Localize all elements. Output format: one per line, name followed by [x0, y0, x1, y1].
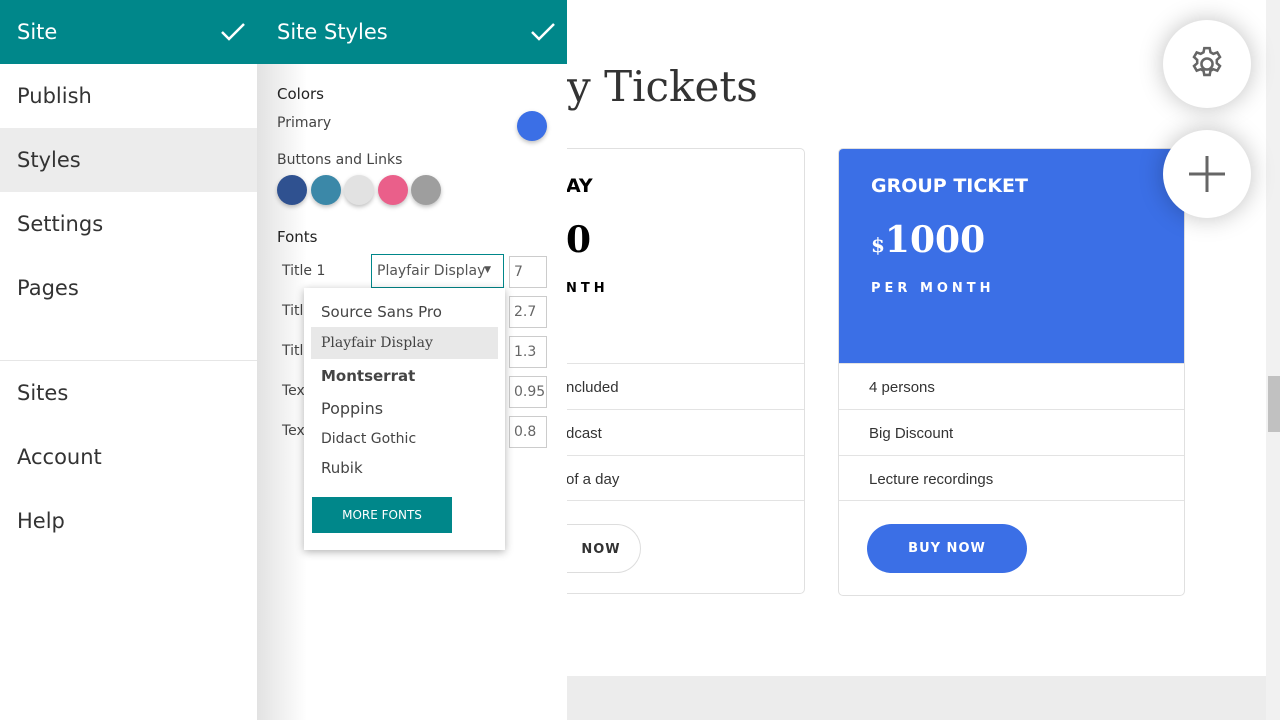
more-fonts-button[interactable]: MORE FONTS — [312, 497, 452, 533]
gear-icon — [1192, 46, 1222, 77]
buttons-links-label: Buttons and Links — [277, 152, 403, 168]
check-icon[interactable] — [219, 20, 247, 44]
color-swatch[interactable] — [344, 175, 374, 205]
scrollbar[interactable] — [1266, 0, 1280, 720]
ticket-period: PER MONTH — [871, 281, 995, 296]
font-size-input[interactable]: 1.3 — [509, 336, 547, 368]
font-row-label: Title 1 — [282, 263, 326, 279]
font-select[interactable]: Playfair Display ▼ — [371, 254, 504, 288]
font-option[interactable]: Poppins — [311, 391, 498, 423]
caret-down-icon: ▼ — [484, 265, 491, 275]
fonts-heading: Fonts — [277, 228, 318, 246]
font-option[interactable]: Didact Gothic — [311, 423, 498, 455]
color-swatch[interactable] — [311, 175, 341, 205]
group-ticket-card: GROUP TICKET $1000 PER MONTH 4 persons B… — [838, 148, 1185, 596]
menu-item-help[interactable]: Help — [0, 489, 257, 553]
check-icon[interactable] — [529, 20, 557, 44]
panel-title: Site Styles — [277, 20, 388, 44]
font-size-input[interactable]: 7 — [509, 256, 547, 288]
font-option[interactable]: Playfair Display — [311, 327, 498, 359]
font-option[interactable]: Rubik — [311, 455, 498, 487]
color-swatch[interactable] — [277, 175, 307, 205]
font-size-input[interactable]: 0.95 — [509, 376, 547, 408]
settings-button[interactable] — [1163, 20, 1251, 108]
menu-item-settings[interactable]: Settings — [0, 192, 257, 256]
primary-color-swatch[interactable] — [517, 111, 547, 141]
site-panel: Site Publish Styles Settings Pages Sites… — [0, 0, 257, 720]
menu-item-publish[interactable]: Publish — [0, 64, 257, 128]
font-option[interactable]: Montserrat — [311, 359, 498, 391]
menu-item-account[interactable]: Account — [0, 425, 257, 489]
color-swatch[interactable] — [411, 175, 441, 205]
colors-heading: Colors — [277, 85, 324, 103]
font-dropdown: Source Sans Pro Playfair Display Montser… — [304, 288, 505, 550]
plus-icon — [1189, 156, 1225, 192]
primary-label: Primary — [277, 115, 332, 131]
page-title: y Tickets — [567, 62, 758, 111]
ticket-price: $1000 — [871, 219, 986, 261]
font-size-input[interactable]: 2.7 — [509, 296, 547, 328]
feature-row: Lecture recordings — [839, 455, 1184, 501]
buy-now-button[interactable]: BUY NOW — [867, 524, 1027, 573]
font-option[interactable]: Source Sans Pro — [311, 295, 498, 327]
ticket-name: AY — [566, 175, 593, 197]
ticket-price: 0 — [566, 219, 592, 261]
menu-item-pages[interactable]: Pages — [0, 256, 257, 320]
font-size-input[interactable]: 0.8 — [509, 416, 547, 448]
menu-item-styles[interactable]: Styles — [0, 128, 257, 192]
site-styles-panel: Site Styles Colors Primary Buttons and L… — [257, 0, 567, 720]
ticket-name: GROUP TICKET — [871, 175, 1028, 197]
ticket-period: NTH — [566, 281, 609, 296]
menu-item-sites[interactable]: Sites — [0, 361, 257, 425]
color-swatch[interactable] — [378, 175, 408, 205]
styles-panel-header: Site Styles — [257, 0, 567, 64]
scrollbar-thumb[interactable] — [1268, 376, 1280, 432]
panel-title: Site — [17, 20, 58, 44]
feature-row: 4 persons — [839, 363, 1184, 409]
add-button[interactable] — [1163, 130, 1251, 218]
feature-row: Big Discount — [839, 409, 1184, 455]
site-panel-header: Site — [0, 0, 257, 64]
